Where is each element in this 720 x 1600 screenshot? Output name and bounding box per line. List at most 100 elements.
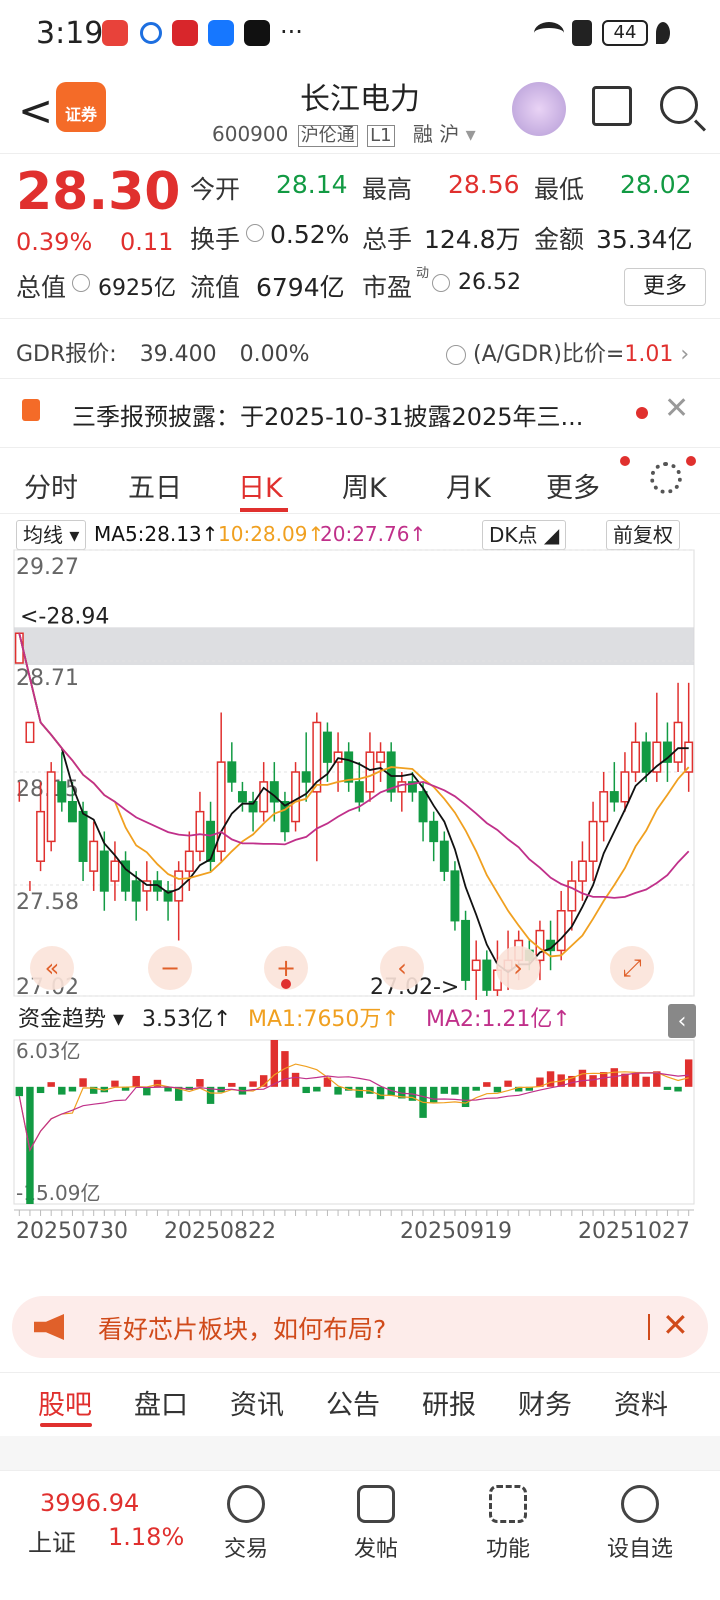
close-icon[interactable]: ✕ [664, 391, 689, 426]
ma-selector[interactable]: 均线 ▾ [16, 520, 87, 550]
candle-down [439, 840, 449, 872]
candle-up [89, 840, 99, 872]
index-percent[interactable]: 1.18% [108, 1523, 184, 1551]
content-tabs: 股吧 盘口 资讯 公告 研报 财务 资料 [0, 1372, 720, 1436]
high-value: 28.56 [448, 170, 520, 199]
tab-news[interactable]: 资讯 [230, 1383, 284, 1422]
tab-five-day[interactable]: 五日 [128, 466, 182, 505]
speaker-icon [22, 399, 40, 421]
tab-forum[interactable]: 股吧 [38, 1383, 92, 1422]
nav-watchlist-label: 设自选 [606, 1537, 673, 1562]
price-band [14, 627, 694, 666]
content-peek [0, 1436, 720, 1470]
tab-daily-k[interactable]: 日K [238, 466, 283, 505]
tab-profile[interactable]: 资料 [614, 1383, 668, 1422]
search-icon[interactable] [660, 86, 698, 124]
flow-bar-down [429, 1086, 438, 1103]
gdr-ratio[interactable]: (A/GDR)比价=1.01 › [446, 336, 689, 368]
y-tick-label: 29.27 [16, 555, 79, 580]
y-tick-label: 27.58 [16, 890, 79, 915]
tab-financials[interactable]: 财务 [518, 1383, 572, 1422]
index-name[interactable]: 上证 [28, 1523, 76, 1558]
flow-bar-down [472, 1086, 480, 1091]
flow-bar-down [68, 1086, 77, 1092]
gdr-percent: 0.00% [239, 342, 310, 367]
close-icon[interactable]: ✕ [662, 1306, 689, 1344]
flow-bar-down [451, 1086, 459, 1095]
promo-banner[interactable]: 看好芯片板块，如何布局? ✕ [12, 1296, 708, 1358]
tab-monthly-k[interactable]: 月K [446, 466, 491, 505]
announcement-bar[interactable]: 三季报预披露：于2025-10-31披露2025年三... ✕ [0, 378, 720, 448]
nav-trade[interactable]: 交易 [196, 1485, 296, 1563]
ma10-line [18, 633, 690, 958]
flow-bar-down [302, 1086, 310, 1094]
battery-icon: 44 [602, 20, 648, 46]
tab-more[interactable]: 更多 [546, 466, 600, 505]
assistant-avatar-icon[interactable] [512, 82, 566, 136]
app-notification-icon [102, 20, 128, 46]
chevron-right-icon: › [680, 342, 690, 367]
share-icon[interactable] [592, 86, 632, 126]
nav-watchlist[interactable]: 设自选 [590, 1485, 690, 1563]
flow-bar-up [483, 1082, 491, 1087]
alert-icon [572, 20, 592, 46]
mktcap-value: 6925亿 [98, 276, 176, 301]
price-chart[interactable]: 29.2728.7128.1527.5827.02<-28.9427.02->«… [12, 548, 708, 1270]
info-icon[interactable] [72, 274, 90, 292]
gear-icon[interactable] [650, 462, 682, 494]
amount-value: 35.34亿 [596, 225, 693, 254]
flow-y-max: 6.03亿 [16, 1039, 81, 1063]
tab-weekly-k[interactable]: 周K [342, 466, 387, 505]
tag-level: L1 [367, 125, 395, 147]
help-icon[interactable] [446, 345, 466, 365]
bottom-navbar: 3996.94 上证 1.18% 交易 发帖 功能 设自选 [0, 1470, 720, 1600]
tab-orderbook[interactable]: 盘口 [134, 1383, 188, 1422]
candle-up [184, 850, 194, 872]
tab-research[interactable]: 研报 [422, 1383, 476, 1422]
high-label: 最高 [362, 175, 413, 204]
open-value: 28.14 [276, 170, 348, 199]
tag-stock-connect: 沪伦通 [297, 125, 358, 147]
low-value: 28.02 [620, 170, 692, 199]
candle-up [556, 910, 566, 952]
candle-up [36, 810, 46, 862]
turnover-value: 0.52% [270, 220, 350, 249]
index-value[interactable]: 3996.94 [40, 1489, 139, 1517]
flow-bar-down [355, 1086, 364, 1098]
flow-bar-down [334, 1086, 342, 1095]
amount-label: 金额 [534, 225, 585, 254]
candle-down [206, 820, 216, 862]
flow-bar-up [504, 1080, 512, 1087]
current-price: 28.30 [16, 162, 181, 222]
dk-point-button[interactable]: DK点 ◢ [482, 520, 567, 550]
candle-up [471, 959, 481, 971]
divider [648, 1314, 650, 1340]
flow-bar-down [461, 1086, 470, 1108]
more-quote-button[interactable]: 更多 [624, 268, 706, 306]
info-icon[interactable] [246, 224, 264, 242]
announcement-text[interactable]: 三季报预披露：于2025-10-31披露2025年三... [72, 397, 583, 432]
ma-selector-label: 均线 [23, 523, 63, 547]
flow-bar-up [546, 1071, 555, 1087]
nav-functions-label: 功能 [485, 1537, 530, 1562]
flow-ma2: MA2:1.21亿↑ [426, 1007, 571, 1032]
trade-icon [227, 1485, 265, 1523]
tab-intraday[interactable]: 分时 [24, 466, 78, 505]
low-label: 最低 [534, 175, 585, 204]
chevron-down-icon[interactable]: ▾ [466, 122, 476, 146]
candle-down [641, 741, 651, 773]
tab-announcements[interactable]: 公告 [326, 1383, 380, 1422]
flow-bar-up [132, 1075, 140, 1087]
banner-text[interactable]: 看好芯片板块，如何布局? [98, 1310, 386, 1346]
adjust-button[interactable]: 前复权 [606, 520, 680, 550]
info-icon[interactable] [432, 274, 450, 292]
ma-legend: 均线 ▾ MA5:28.13↑ 10:28.09↑ 20:27.76↑ DK点 … [16, 520, 706, 550]
nav-functions[interactable]: 功能 [458, 1485, 558, 1563]
nav-post[interactable]: 发帖 [326, 1485, 426, 1563]
more-notifications-icon: ··· [280, 18, 303, 46]
volume-value: 124.8万 [424, 225, 521, 254]
tab-underline [40, 1423, 92, 1427]
chart-control-icon: « [45, 954, 60, 982]
chart-control-icon: ⤢ [622, 954, 641, 982]
unread-dot [636, 407, 648, 419]
